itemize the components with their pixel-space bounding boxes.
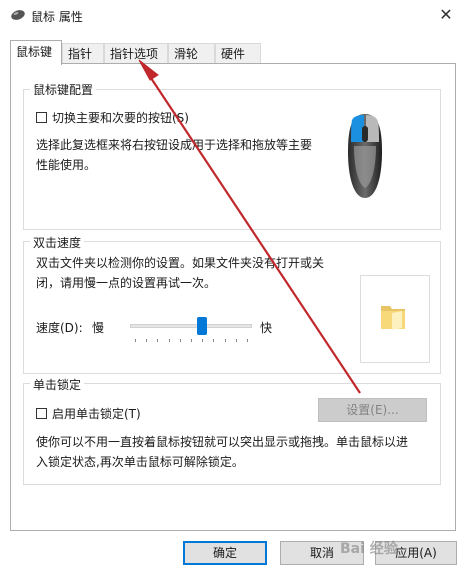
fast-label: 快 xyxy=(260,321,273,335)
slider-tick xyxy=(179,339,181,342)
swap-description-line2: 性能使用。 xyxy=(36,158,97,172)
slider-tick xyxy=(157,339,159,342)
close-button[interactable]: ✕ xyxy=(436,5,456,25)
tab-label: 滑轮 xyxy=(174,47,199,61)
tab-label: 指针 xyxy=(68,47,93,61)
slider-tick xyxy=(202,339,204,342)
double-click-title: 双击速度 xyxy=(30,234,85,251)
swap-buttons-checkbox-row[interactable]: 切换主要和次要的按钮(S) xyxy=(36,109,189,126)
slow-label: 慢 xyxy=(92,321,105,335)
slider-tick xyxy=(247,339,248,342)
click-lock-title: 单击锁定 xyxy=(30,376,85,393)
slider-tick xyxy=(235,339,237,342)
slider-track[interactable] xyxy=(130,324,252,328)
slider-tick xyxy=(146,339,148,342)
close-icon: ✕ xyxy=(439,5,453,24)
double-click-description-line1: 双击文件夹以检测你的设置。如果文件夹没有打开或关 xyxy=(36,256,325,270)
swap-description-line1: 选择此复选框来将右按钮设成用于选择和拖放等主要 xyxy=(36,138,313,152)
double-click-description-line2: 闭，请用慢一点的设置再试一次。 xyxy=(36,276,217,290)
mouse-icon xyxy=(11,10,25,20)
button-config-title: 鼠标键配置 xyxy=(30,81,97,98)
click-lock-checkbox[interactable] xyxy=(36,408,47,419)
tab-label: 指针选项 xyxy=(110,47,159,61)
folder-icon[interactable] xyxy=(378,300,408,332)
tab-label: 鼠标键 xyxy=(16,45,53,59)
tab-hardware[interactable]: 硬件 xyxy=(215,43,261,63)
click-lock-description: 使你可以不用一直按着鼠标按钮就可以突出显示或拖拽。单击鼠标以进 入锁定状态,再次… xyxy=(36,432,436,472)
watermark: Bai 经验 xyxy=(340,541,398,557)
tab-pointer-options[interactable]: 指针选项 xyxy=(104,43,168,63)
slider-tick xyxy=(213,339,215,342)
slider-tick xyxy=(191,339,192,342)
slider-tick xyxy=(224,339,226,342)
tab-wheel[interactable]: 滑轮 xyxy=(168,43,215,63)
slider-tick xyxy=(168,339,170,342)
click-lock-settings-button[interactable]: 设置(E)... xyxy=(318,398,427,422)
tab-buttons[interactable]: 鼠标键 xyxy=(10,40,62,65)
mouse-illustration-icon xyxy=(348,114,382,198)
title-bar: 鼠标 属性 ✕ xyxy=(0,0,465,32)
speed-label: 速度(D): xyxy=(36,321,83,335)
click-lock-description-line1: 使你可以不用一直按着鼠标按钮就可以突出显示或拖拽。单击鼠标以进 xyxy=(36,435,409,449)
tab-pointers[interactable]: 指针 xyxy=(62,43,104,63)
slider-tick xyxy=(135,339,136,342)
click-lock-label: 启用单击锁定(T) xyxy=(52,407,141,421)
speed-slider[interactable] xyxy=(130,317,252,343)
double-click-description: 双击文件夹以检测你的设置。如果文件夹没有打开或关 闭，请用慢一点的设置再试一次。 xyxy=(36,253,346,293)
swap-buttons-label: 切换主要和次要的按钮(S) xyxy=(52,111,189,125)
test-folder-area[interactable] xyxy=(360,275,430,363)
swap-description: 选择此复选框来将右按钮设成用于选择和拖放等主要 性能使用。 xyxy=(36,135,326,175)
swap-buttons-checkbox[interactable] xyxy=(36,112,47,123)
slider-thumb[interactable] xyxy=(197,317,208,335)
window-title: 鼠标 属性 xyxy=(31,10,83,24)
ok-button[interactable]: 确定 xyxy=(183,541,267,565)
click-lock-checkbox-row[interactable]: 启用单击锁定(T) xyxy=(36,405,141,422)
click-lock-description-line2: 入锁定状态,再次单击鼠标可解除锁定。 xyxy=(36,455,244,469)
tab-label: 硬件 xyxy=(221,47,246,61)
